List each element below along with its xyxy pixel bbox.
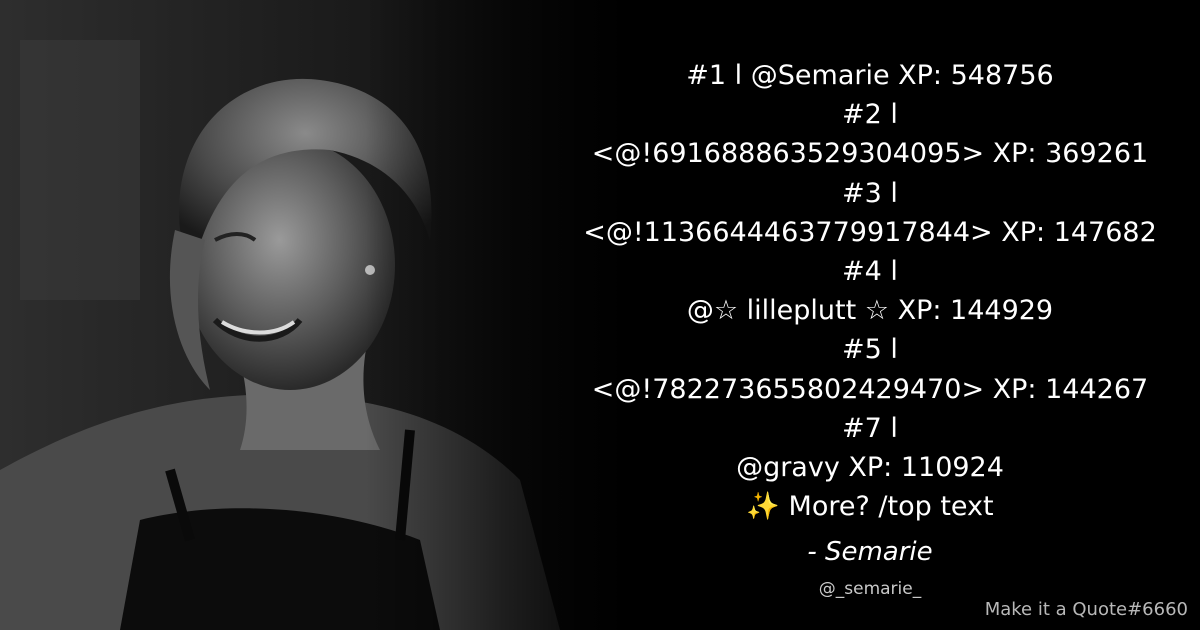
quote-line: #3 l xyxy=(842,177,898,209)
quote-line: #4 l xyxy=(842,256,898,288)
quote-line: #2 l xyxy=(842,99,898,131)
watermark: Make it a Quote#6660 xyxy=(984,599,1188,620)
quote-text: #1 l @Semarie XP: 548756 #2 l <@!6916888… xyxy=(540,56,1200,526)
quote-line: <@!1136644463779917844> XP: 147682 xyxy=(583,216,1157,248)
author-handle: @_semarie_ xyxy=(818,579,922,599)
quote-line: #7 l xyxy=(842,412,898,444)
quote-card: #1 l @Semarie XP: 548756 #2 l <@!6916888… xyxy=(0,0,1200,630)
quote-line: @gravy XP: 110924 xyxy=(736,452,1004,484)
quote-author: - Semarie xyxy=(807,537,933,567)
quote-line: <@!782273655802429470> XP: 144267 xyxy=(591,373,1149,405)
quote-line: #5 l xyxy=(842,334,898,366)
quote-line: <@!691688863529304095> XP: 369261 xyxy=(591,138,1149,170)
quote-line: #1 l @Semarie XP: 548756 xyxy=(686,60,1054,91)
author-photo xyxy=(0,0,630,630)
quote-line: @☆ lilleplutt ☆ XP: 144929 xyxy=(686,295,1054,327)
photo-gradient-overlay xyxy=(0,0,630,630)
quote-line: ✨ More? /top text xyxy=(746,491,994,523)
